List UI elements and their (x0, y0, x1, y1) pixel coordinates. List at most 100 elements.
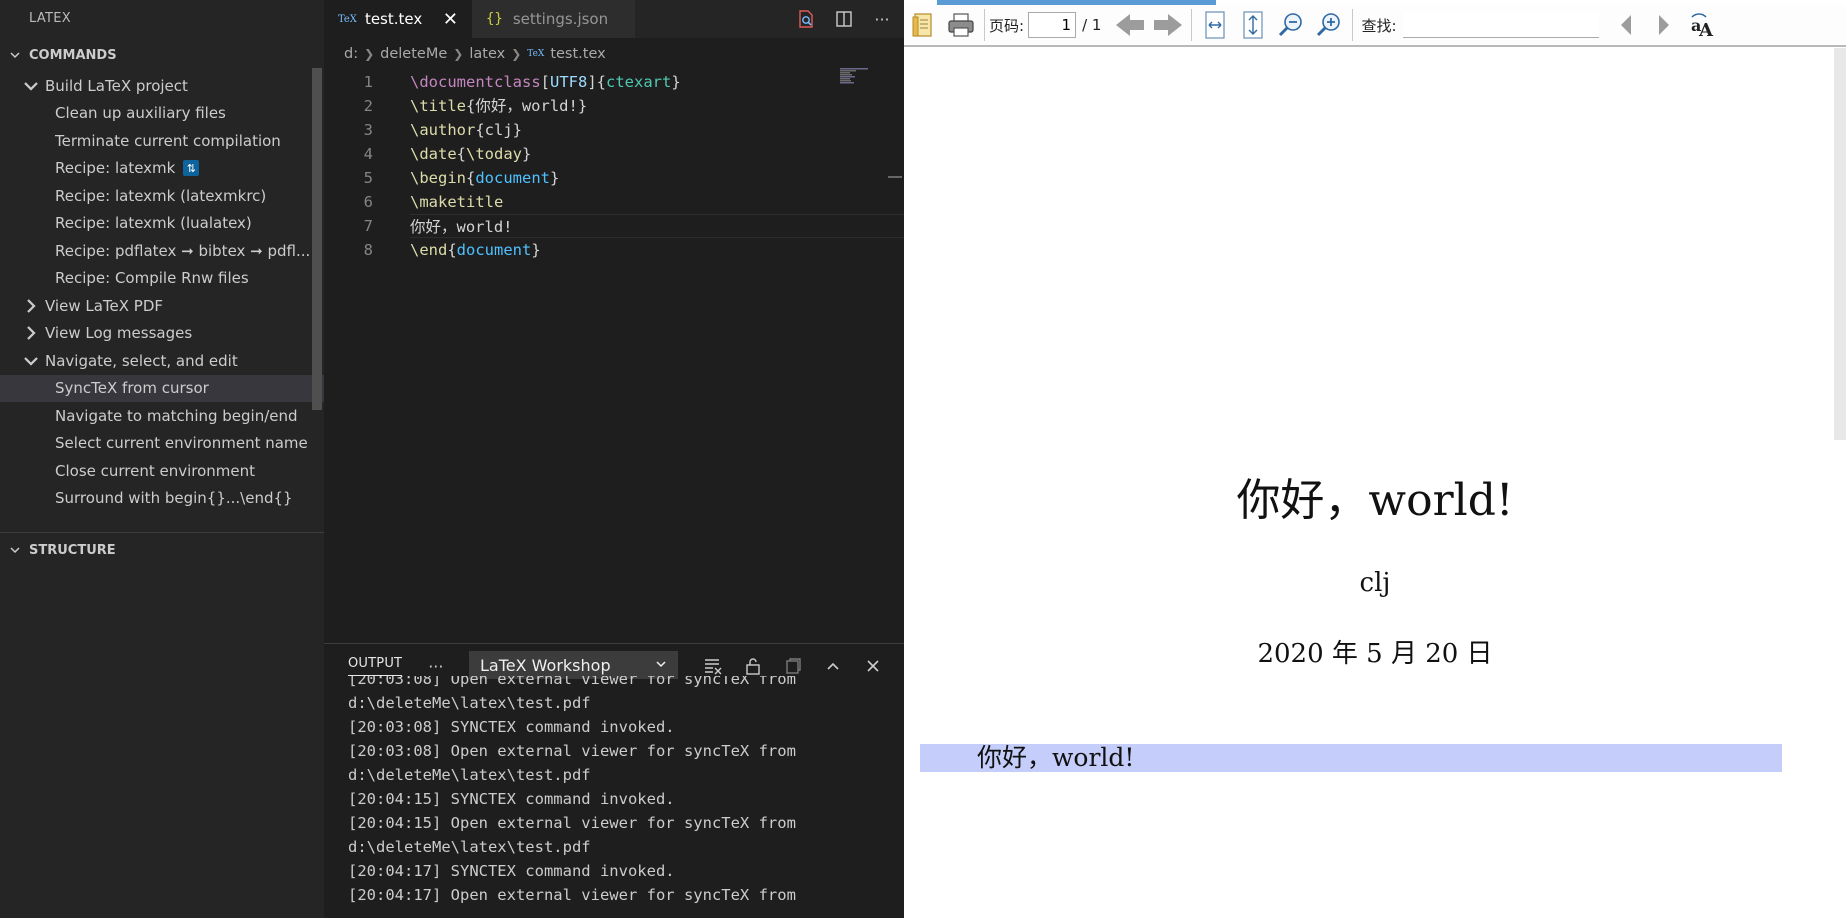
tab-settings-json[interactable]: {} settings.json (472, 0, 635, 38)
tex-file-icon: TeX (338, 13, 357, 25)
command-item[interactable]: Recipe: latexmk (latexmkrc) (0, 182, 324, 210)
tree-group[interactable]: View Log messages (0, 320, 324, 348)
page-label: 页码: (989, 16, 1025, 35)
code-line: 3 \author{clj} (324, 118, 904, 142)
command-item[interactable]: Clean up auxiliary files (0, 100, 324, 128)
document-author: clj (1359, 568, 1391, 598)
code-text: \begin{document} (410, 169, 560, 187)
command-item[interactable]: Recipe: Compile Rnw files (0, 265, 324, 293)
tree-item-label: View Log messages (45, 324, 193, 343)
sidebar-view-title: LATEX (29, 11, 71, 26)
command-item[interactable]: Surround with begin{}...\end{} (0, 485, 324, 513)
command-item[interactable]: SyncTeX from cursor (0, 374, 324, 402)
command-item[interactable]: Select current environment name (0, 430, 324, 458)
output-line: [20:03:08] Open external viewer for sync… (348, 742, 796, 760)
sync-icon: ⇅ (183, 160, 200, 177)
chevron-right-icon: ❯ (364, 47, 375, 61)
output-channel-value: LaTeX Workshop (480, 655, 611, 675)
tree-item-label: SyncTeX from cursor (55, 379, 209, 398)
line-number: 3 (363, 121, 373, 139)
command-item[interactable]: Navigate to matching begin/end (0, 402, 324, 430)
document-title: 你好，world! (1236, 475, 1514, 526)
editor-actions: ··· (794, 0, 894, 38)
close-icon[interactable]: ✕ (443, 9, 458, 30)
tree-group[interactable]: Build LaTeX project (0, 72, 324, 100)
breadcrumb-folder[interactable]: latex (469, 46, 505, 62)
page-number-input[interactable] (1028, 12, 1077, 38)
fit-width-icon[interactable] (1196, 6, 1234, 44)
view-pdf-icon[interactable] (794, 7, 818, 31)
previous-page-icon[interactable] (1111, 6, 1149, 44)
output-log[interactable]: [20:03:08] Open external viewer for sync… (348, 676, 893, 918)
match-case-icon[interactable]: aA (1683, 6, 1721, 44)
structure-section-header[interactable]: STRUCTURE (0, 533, 324, 567)
sidebar-scrollbar[interactable] (312, 68, 322, 410)
chevron-down-icon (0, 544, 29, 556)
code-text: 你好，world! (410, 214, 904, 238)
document-date: 2020 年 5 月 20 日 (1257, 639, 1493, 669)
split-editor-icon[interactable] (832, 7, 856, 31)
more-actions-icon[interactable]: ··· (870, 7, 894, 31)
chevron-right-icon: ❯ (453, 47, 464, 61)
output-line: d:\deleteMe\latex\test.pdf (348, 694, 591, 712)
synctex-highlighted-line: 你好，world! (920, 744, 1782, 772)
commands-section-label: COMMANDS (29, 47, 117, 63)
code-text: \title{你好，world!} (410, 97, 588, 115)
tree-group[interactable]: Navigate, select, and edit (0, 347, 324, 375)
find-previous-icon[interactable] (1607, 6, 1645, 44)
command-item[interactable]: Recipe: latexmk (lualatex) (0, 210, 324, 238)
chevron-down-icon (22, 77, 40, 95)
fit-page-icon[interactable] (1234, 6, 1272, 44)
tree-item-label: View LaTeX PDF (45, 296, 164, 315)
code-text: \maketitle (410, 193, 504, 211)
command-item[interactable]: Recipe: latexmk ⇅ (0, 155, 324, 183)
next-page-icon[interactable] (1149, 6, 1187, 44)
code-line: 8 \end{document} (324, 238, 904, 262)
chevron-down-icon (22, 352, 40, 370)
chevron-right-icon: ❯ (511, 47, 522, 61)
code-text: \documentclass[UTF8]{ctexart} (410, 73, 681, 91)
chevron-down-icon (654, 656, 668, 675)
line-number: 6 (363, 193, 373, 211)
tree-item-label: Navigate, select, and edit (45, 351, 238, 370)
tree-item-label: Close current environment (55, 461, 256, 480)
tree-item-label: Recipe: pdflatex ➞ bibtex ➞ pdfl... (55, 241, 311, 260)
command-item[interactable]: Recipe: pdflatex ➞ bibtex ➞ pdfl... (0, 237, 324, 265)
output-line: d:\deleteMe\latex\test.pdf (348, 766, 591, 784)
find-input[interactable] (1402, 12, 1599, 38)
command-item[interactable]: Terminate current compilation (0, 127, 324, 155)
code-editor[interactable]: 1 \documentclass[UTF8]{ctexart} 2 \title… (324, 70, 904, 262)
breadcrumb-folder[interactable]: deleteMe (380, 46, 447, 62)
zoom-out-icon[interactable] (1272, 6, 1310, 44)
editor-scrollbar[interactable] (888, 176, 902, 178)
print-icon[interactable] (942, 6, 980, 44)
tree-item-label: Terminate current compilation (55, 131, 281, 150)
tree-group[interactable]: View LaTeX PDF (0, 292, 324, 320)
more-icon[interactable]: ··· (428, 657, 443, 676)
bookmarks-icon[interactable] (904, 6, 942, 44)
editor-tabs: TeX test.tex ✕ {} settings.json ··· (324, 0, 904, 38)
breadcrumb-drive[interactable]: d: (344, 46, 358, 62)
output-line: d:\deleteMe\latex\test.pdf (348, 838, 591, 856)
zoom-in-icon[interactable] (1310, 6, 1348, 44)
tree-item-label: Surround with begin{}...\end{} (55, 489, 293, 508)
minimap[interactable] (840, 68, 870, 84)
breadcrumb: d: ❯ deleteMe ❯ latex ❯ TeX test.tex (324, 38, 904, 70)
tab-test-tex[interactable]: TeX test.tex ✕ (324, 0, 472, 38)
latex-sidebar: LATEX COMMANDS Build LaTeX project Clean … (0, 0, 324, 918)
output-channel-select[interactable]: LaTeX Workshop (469, 651, 678, 679)
toolbar-divider (1191, 9, 1193, 41)
pdf-viewer-window: 页码: / 1 查找: aA (904, 0, 1846, 918)
find-next-icon[interactable] (1645, 6, 1683, 44)
viewer-scrollbar[interactable] (1834, 48, 1846, 440)
pdf-page[interactable]: 你好，world! clj 2020 年 5 月 20 日 你好，world! (904, 48, 1846, 918)
breadcrumb-file[interactable]: test.tex (550, 46, 605, 62)
tree-item-label: Select current environment name (55, 434, 308, 453)
command-item[interactable]: Close current environment (0, 457, 324, 485)
toolbar-divider (984, 9, 985, 41)
tab-output[interactable]: OUTPUT (348, 656, 403, 676)
tree-item-label: Recipe: Compile Rnw files (55, 269, 249, 288)
tree-item-label: Recipe: latexmk (lualatex) (55, 214, 252, 233)
code-line: 2 \title{你好，world!} (324, 94, 904, 118)
commands-section-header[interactable]: COMMANDS (0, 38, 324, 72)
